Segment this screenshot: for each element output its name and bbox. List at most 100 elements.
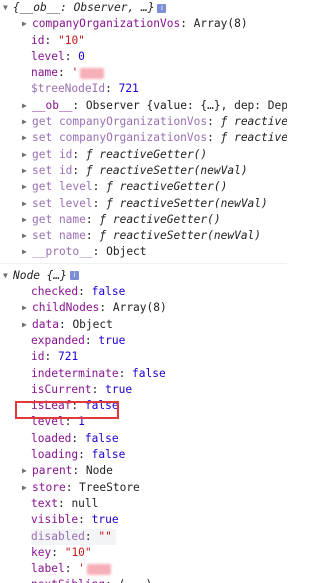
triangle-right-icon[interactable]: ▶ bbox=[22, 98, 32, 114]
node-header[interactable]: ▼ Node {…} i bbox=[0, 268, 287, 284]
property-key: store bbox=[32, 480, 66, 494]
property-value: false bbox=[91, 285, 126, 299]
triangle-right-icon[interactable]: ▶ bbox=[22, 317, 32, 333]
node-header-text: Node {…} bbox=[13, 268, 67, 282]
observer-property-id: id: "10" bbox=[0, 33, 287, 49]
property-colon: : bbox=[57, 66, 72, 80]
property-colon: : bbox=[91, 382, 106, 396]
observer-property-proto[interactable]: ▶ __proto__: Object bbox=[0, 244, 287, 260]
node-property-parent[interactable]: ▶ parent: Node bbox=[0, 463, 287, 479]
property-key: __proto__ bbox=[32, 245, 93, 259]
observer-property-level: level: 0 bbox=[0, 49, 287, 65]
console-divider bbox=[0, 262, 287, 264]
property-colon: : bbox=[57, 496, 72, 510]
observer-property-get-level[interactable]: ▶ get level: ƒ reactiveGetter() bbox=[0, 179, 287, 195]
triangle-right-icon[interactable]: ▶ bbox=[22, 228, 32, 244]
triangle-right-icon[interactable]: ▶ bbox=[22, 480, 32, 496]
property-value: Node bbox=[85, 464, 113, 478]
property-key: id bbox=[31, 350, 45, 364]
property-colon: : bbox=[105, 578, 118, 583]
property-value: null bbox=[71, 496, 99, 510]
node-property-disabled: disabled: "" bbox=[0, 528, 287, 545]
triangle-right-icon[interactable]: ▶ bbox=[22, 179, 32, 195]
node-property-data[interactable]: ▶ data: Object bbox=[0, 317, 287, 333]
triangle-right-icon[interactable]: ▶ bbox=[22, 16, 32, 32]
property-key: companyOrganizationVos bbox=[32, 17, 181, 31]
info-icon[interactable]: i bbox=[69, 271, 79, 281]
property-value: ƒ reactiveG bbox=[220, 115, 287, 129]
triangle-right-icon[interactable]: ▶ bbox=[22, 463, 32, 479]
property-key: name bbox=[31, 66, 58, 80]
property-colon: : bbox=[64, 49, 79, 63]
property-value: true bbox=[98, 333, 126, 347]
property-value: (...) bbox=[119, 578, 153, 583]
property-key: __ob__ bbox=[32, 98, 73, 112]
property-key: data bbox=[32, 317, 59, 331]
property-key: text bbox=[31, 496, 58, 510]
triangle-down-icon[interactable]: ▼ bbox=[3, 0, 13, 16]
property-colon: : bbox=[51, 545, 65, 559]
property-key: set companyOrganizationVos bbox=[32, 131, 208, 145]
observer-property-set-id[interactable]: ▶ set id: ƒ reactiveSetter(newVal) bbox=[0, 163, 287, 179]
observer-property-get-companyorganizationvos[interactable]: ▶get companyOrganizationVos: ƒ reactiveG bbox=[0, 114, 287, 130]
property-value: 0 bbox=[78, 49, 85, 63]
property-key: $treeNodeId bbox=[31, 82, 106, 96]
property-colon: : bbox=[207, 131, 221, 145]
node-object: ▼ Node {…} i checked: false ▶ childNodes: Ar… bbox=[0, 268, 287, 583]
property-value: 721 bbox=[57, 350, 79, 364]
node-property-checked: checked: false bbox=[0, 284, 287, 300]
property-colon: : bbox=[118, 366, 133, 380]
property-colon: : bbox=[180, 17, 194, 31]
property-colon: : bbox=[78, 513, 92, 527]
triangle-right-icon[interactable]: ▶ bbox=[22, 244, 32, 260]
property-value: ƒ reactiveS bbox=[220, 131, 287, 145]
node-property-label: label: ' bbox=[0, 561, 287, 577]
property-colon: : bbox=[84, 529, 99, 543]
observer-property-get-name[interactable]: ▶ get name: ƒ reactiveGetter() bbox=[0, 212, 287, 228]
property-value: ƒ reactiveSetter(newVal) bbox=[99, 229, 262, 243]
observer-property-ob[interactable]: ▶ __ob__: Observer {value: {…}, dep: Dep, bbox=[0, 98, 287, 114]
property-key: get id bbox=[32, 147, 73, 161]
triangle-right-icon[interactable]: ▶ bbox=[22, 147, 32, 163]
property-colon: : bbox=[207, 115, 221, 129]
property-value: "" bbox=[98, 529, 112, 543]
devtools-console: ▼ {__ob__: Observer, …} i ▶ companyOrganiza… bbox=[0, 0, 287, 583]
property-colon: : bbox=[78, 285, 92, 299]
node-property-expanded: expanded: true bbox=[0, 333, 287, 349]
observer-property-set-companyorganizationvos[interactable]: ▶set companyOrganizationVos: ƒ reactiveS bbox=[0, 130, 287, 146]
node-property-nextsibling: nextSibling: (...) bbox=[0, 577, 287, 583]
property-colon: : bbox=[65, 480, 80, 494]
observer-property-companyorganizationvos[interactable]: ▶ companyOrganizationVos: Array(8) bbox=[0, 16, 287, 32]
property-key: key bbox=[31, 545, 52, 559]
observer-property-set-level[interactable]: ▶ set level: ƒ reactiveSetter(newVal) bbox=[0, 196, 287, 212]
property-key: get companyOrganizationVos bbox=[32, 115, 208, 129]
triangle-right-icon[interactable]: ▶ bbox=[22, 163, 32, 179]
property-value: ' bbox=[71, 66, 79, 80]
property-value: Array(8) bbox=[193, 17, 248, 31]
property-value: true bbox=[91, 513, 119, 527]
property-value: ƒ reactiveGetter() bbox=[85, 147, 208, 161]
triangle-down-icon[interactable]: ▼ bbox=[3, 268, 13, 284]
triangle-right-icon[interactable]: ▶ bbox=[22, 130, 32, 146]
triangle-right-icon[interactable]: ▶ bbox=[22, 212, 32, 228]
property-colon: : bbox=[85, 212, 100, 226]
triangle-right-icon[interactable]: ▶ bbox=[22, 300, 32, 316]
observer-property-get-id[interactable]: ▶ get id: ƒ reactiveGetter() bbox=[0, 147, 287, 163]
node-property-store[interactable]: ▶ store: TreeStore bbox=[0, 480, 287, 496]
node-property-childnodes[interactable]: ▶ childNodes: Array(8) bbox=[0, 300, 287, 316]
property-colon: : bbox=[85, 229, 100, 243]
observer-header[interactable]: ▼ {__ob__: Observer, …} i bbox=[0, 0, 287, 16]
level-highlight-box bbox=[15, 401, 119, 419]
property-colon: : bbox=[64, 562, 79, 576]
triangle-right-icon[interactable]: ▶ bbox=[22, 114, 32, 130]
property-colon: : bbox=[44, 33, 58, 47]
property-key: id bbox=[31, 33, 45, 47]
property-value: true bbox=[105, 382, 133, 396]
observer-property-set-name[interactable]: ▶ set name: ƒ reactiveSetter(newVal) bbox=[0, 228, 287, 244]
triangle-right-icon[interactable]: ▶ bbox=[22, 196, 32, 212]
property-key: loaded bbox=[31, 431, 72, 445]
info-icon[interactable]: i bbox=[157, 3, 167, 13]
property-colon: : bbox=[84, 333, 99, 347]
property-key: isCurrent bbox=[31, 382, 92, 396]
property-value: "10" bbox=[57, 33, 85, 47]
